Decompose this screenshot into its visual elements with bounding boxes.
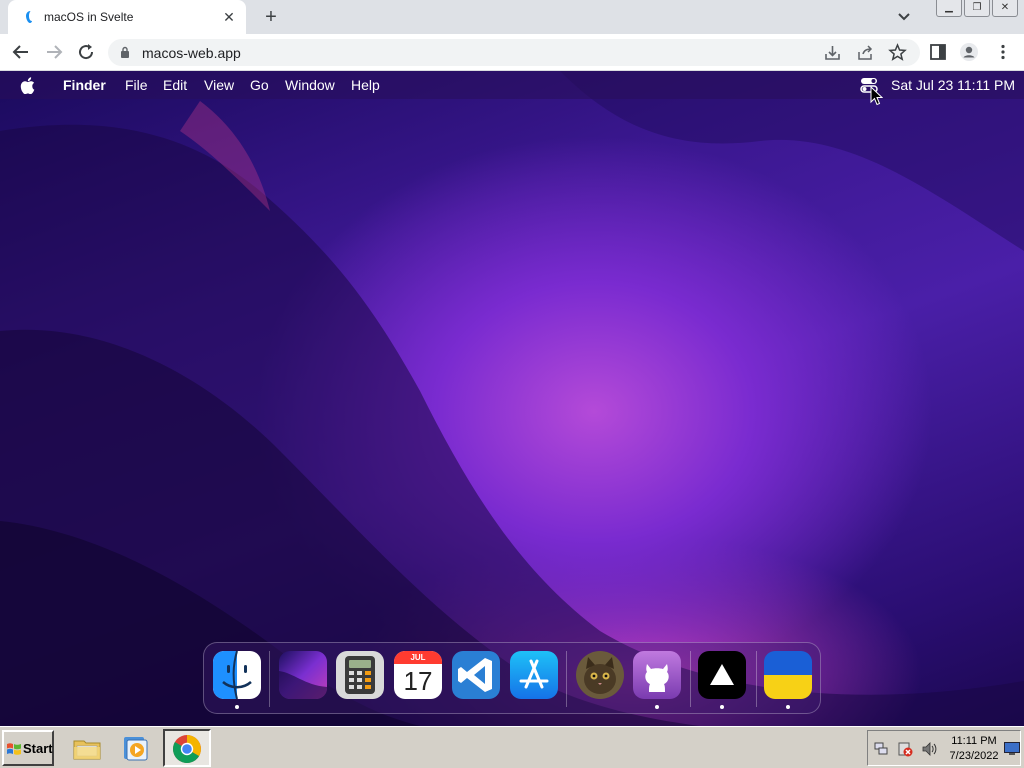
running-indicator bbox=[655, 705, 659, 709]
ukraine-flag-app-icon[interactable] bbox=[764, 651, 812, 699]
start-label: Start bbox=[23, 741, 53, 756]
taskbar-time[interactable]: 11:11 PM bbox=[948, 735, 1000, 747]
github-app-icon[interactable] bbox=[633, 651, 681, 699]
lock-icon[interactable] bbox=[120, 46, 130, 59]
calendar-app-icon[interactable]: JUL 17 bbox=[394, 651, 442, 699]
menu-view[interactable]: View bbox=[204, 77, 234, 93]
chrome-icon bbox=[173, 735, 201, 763]
running-indicator bbox=[235, 705, 239, 709]
vercel-app-icon[interactable] bbox=[698, 651, 746, 699]
side-panel-icon[interactable] bbox=[928, 42, 948, 62]
url-text[interactable]: macos-web.app bbox=[142, 45, 241, 61]
tab-close-icon[interactable]: ✕ bbox=[220, 8, 238, 26]
calendar-day: 17 bbox=[403, 666, 433, 696]
tab-title: macOS in Svelte bbox=[44, 10, 134, 24]
close-window-button[interactable]: ✕ bbox=[992, 0, 1018, 17]
show-desktop-icon[interactable] bbox=[1004, 742, 1020, 756]
install-app-icon[interactable] bbox=[823, 43, 842, 62]
wallpaper-waves bbox=[0, 71, 1024, 726]
volume-icon[interactable] bbox=[921, 741, 937, 757]
dock-separator bbox=[756, 651, 757, 707]
svelte-macos-favicon-icon bbox=[26, 11, 32, 23]
taskbar-date[interactable]: 7/23/2022 bbox=[948, 750, 1000, 762]
security-alert-icon[interactable] bbox=[897, 741, 913, 757]
windows-taskbar: Start 11:11 PM 7/23/2022 bbox=[0, 726, 1024, 768]
macos-desktop: Finder File Edit View Go Window Help Sat… bbox=[0, 71, 1024, 726]
network-icon[interactable] bbox=[873, 741, 889, 757]
menu-help[interactable]: Help bbox=[351, 77, 380, 93]
tab-search-chevron-icon[interactable] bbox=[894, 8, 914, 26]
menu-edit[interactable]: Edit bbox=[163, 77, 187, 93]
window-controls: ▁ ❐ ✕ bbox=[936, 0, 1018, 17]
browser-tab-strip: macOS in Svelte ✕ + ▁ ❐ ✕ bbox=[0, 0, 1024, 34]
forward-arrow-icon[interactable] bbox=[43, 41, 65, 63]
app-store-icon[interactable] bbox=[510, 651, 558, 699]
browser-tab[interactable]: macOS in Svelte ✕ bbox=[8, 0, 246, 34]
cat-avatar-app-icon[interactable] bbox=[576, 651, 624, 699]
restore-button[interactable]: ❐ bbox=[964, 0, 990, 17]
chrome-taskbar-button[interactable] bbox=[163, 729, 211, 767]
new-tab-button[interactable]: + bbox=[260, 6, 282, 28]
menu-file[interactable]: File bbox=[125, 77, 148, 93]
wallpapers-app-icon[interactable] bbox=[279, 651, 327, 699]
reload-icon[interactable] bbox=[75, 41, 97, 63]
bookmark-star-icon[interactable] bbox=[888, 43, 907, 62]
running-indicator bbox=[720, 705, 724, 709]
dock: JUL 17 bbox=[203, 642, 821, 714]
profile-avatar-icon[interactable] bbox=[959, 42, 979, 62]
file-explorer-icon[interactable] bbox=[72, 733, 102, 763]
menu-go[interactable]: Go bbox=[250, 77, 269, 93]
menubar-clock[interactable]: Sat Jul 23 11:11 PM bbox=[891, 77, 1015, 93]
calendar-month: JUL bbox=[394, 651, 442, 664]
system-tray: 11:11 PM 7/23/2022 bbox=[867, 730, 1021, 766]
browser-toolbar: macos-web.app bbox=[0, 34, 1024, 71]
share-icon[interactable] bbox=[856, 43, 875, 62]
running-indicator bbox=[786, 705, 790, 709]
address-bar[interactable]: macos-web.app bbox=[108, 39, 920, 66]
finder-app-icon[interactable] bbox=[213, 651, 261, 699]
media-player-icon[interactable] bbox=[120, 733, 150, 763]
back-arrow-icon[interactable] bbox=[10, 41, 32, 63]
apple-logo-icon[interactable] bbox=[20, 77, 35, 94]
start-button[interactable]: Start bbox=[2, 730, 54, 766]
vscode-app-icon[interactable] bbox=[452, 651, 500, 699]
menu-finder[interactable]: Finder bbox=[63, 77, 106, 93]
dock-separator bbox=[690, 651, 691, 707]
minimize-button[interactable]: ▁ bbox=[936, 0, 962, 17]
dock-separator bbox=[566, 651, 567, 707]
menu-window[interactable]: Window bbox=[285, 77, 335, 93]
dock-separator bbox=[269, 651, 270, 707]
mouse-cursor-icon bbox=[870, 86, 883, 106]
calculator-app-icon[interactable] bbox=[336, 651, 384, 699]
windows-logo-icon bbox=[7, 743, 21, 755]
more-menu-icon[interactable] bbox=[993, 42, 1013, 62]
